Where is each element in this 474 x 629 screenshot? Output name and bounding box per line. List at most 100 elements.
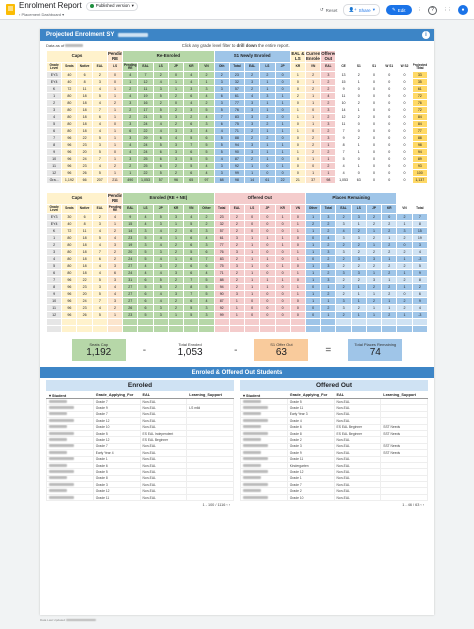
list-column-header[interactable]: Learning_Support	[380, 391, 428, 399]
column-header[interactable]: Projected Total	[411, 62, 429, 72]
column-header[interactable]: JP	[152, 204, 169, 214]
column-header[interactable]: KR	[289, 62, 306, 72]
table-row[interactable]: 2 80 18 4 3 19 3 4 2 6 3 77 2 1 0 1 0 1 2 2 2 1 2 0 3	[45, 241, 429, 249]
table-row[interactable]: 9 96 20 5 4 27 6 4 3 7 5 90 3 1 0 0 1 1 2 2 1 1 2 0 6	[45, 290, 429, 298]
offered-pager[interactable]: 1 - 46 / 63 ‹ ›	[240, 501, 428, 509]
column-header[interactable]: Seats	[61, 62, 78, 72]
next-page-icon[interactable]: ›	[423, 503, 424, 507]
table-row[interactable]: 3 80 18 7 2 20 5 3 2 5 6 76 3 1 0 0 1 1 3 3 2 2 2 2 4	[45, 248, 429, 256]
column-header[interactable]: VN	[183, 204, 200, 214]
column-header[interactable]: Total	[411, 204, 429, 214]
table-row[interactable]	[45, 325, 429, 333]
column-header[interactable]: S1	[350, 62, 367, 72]
table-row[interactable]: 1 80 18 5 1 4 19 5 2 6 4 6 61 4 3 1 2 1 4 11 0 0 0 0 72	[45, 92, 429, 100]
table-row[interactable]: Gra... 1,192 66 207 211 490 1,053 57 96 65 97 68 98 1…	[45, 176, 429, 184]
column-header[interactable]: LS	[106, 62, 124, 72]
table-row[interactable]: 12 96 26 5 1 1 22 5 2 6 4 3 99 1 0 0 0 1 1 4 0 0 0 0 100	[45, 169, 429, 177]
help-icon[interactable]: ?	[428, 5, 437, 15]
avatar[interactable]: ●	[458, 5, 468, 15]
more-options-icon[interactable]: ⋮	[418, 7, 423, 13]
table-row[interactable]: 4 80 18 6 2 24 5 4 1 6 7 83 2 1 1 0 1 0 2 2 3 3 1 1 -3	[45, 255, 429, 263]
column-header[interactable]: KR	[381, 204, 398, 214]
share-button[interactable]: 👤+ Share ▾	[343, 4, 380, 16]
column-header[interactable]: KR	[183, 62, 200, 72]
list-item[interactable]: Grade 11 Non-EAL	[46, 493, 234, 502]
table-row[interactable]: 11 96 23 4 2 2 25 6 2 5 4 3 92 1 0 1 0 0 2 4 1 0 0 0 93	[45, 162, 429, 170]
column-header[interactable]: S1	[365, 62, 383, 72]
column-header[interactable]: EAL	[91, 62, 108, 72]
edit-button[interactable]: ✎ Edit	[385, 5, 412, 15]
prev-page-icon[interactable]: ‹	[226, 503, 227, 507]
table-row[interactable]: 8 96 23 3 1 4 24 5 3 7 5 5 94 3 1 1 0 2 1 8 1 0 0 0 98	[45, 141, 429, 149]
column-header[interactable]: KR	[274, 204, 291, 214]
table-row[interactable]	[45, 318, 429, 326]
list-column-header[interactable]: ▾ Student	[240, 391, 288, 399]
list-column-header[interactable]: Learning_Support	[186, 391, 234, 399]
column-header[interactable]: EAL	[244, 62, 261, 72]
table-row[interactable]: EY4 40 8 3 0 1 12 4 1 4 1 3 32 3 1 0 0 1 2 15 1 0 0 0 35	[45, 78, 429, 86]
places-remaining-table[interactable]: CapsPending REEnroled (RE + NE)Offered O…	[45, 192, 429, 333]
column-header[interactable]: KR	[167, 204, 185, 214]
column-header[interactable]: LS	[152, 62, 169, 72]
list-column-header[interactable]: Grade_Applying_For	[92, 391, 141, 399]
list-column-header[interactable]: Grade_Applying_For	[286, 391, 335, 399]
table-row[interactable]: 7 96 22 5 1 3 29 6 4 5 6 5 88 2 2 0 0 2 3 9 2 0 0 0 88	[45, 134, 429, 142]
offered-out-students-table[interactable]: ▾ Student Grade_Applying_For EAL Learning_S…	[240, 391, 428, 502]
column-header[interactable]: LS	[259, 62, 276, 72]
column-header[interactable]: VN	[304, 62, 322, 72]
table-row[interactable]: 8 96 23 3 4 27 5 5 2 8 5 94 2 1 1 0 1 0 1 2 1 2 2 1 2	[45, 283, 429, 291]
column-header[interactable]: Total	[228, 62, 246, 72]
table-row[interactable]: 11 96 23 4 2 26 6 3 2 5 3 92 1 0 0 0 0 0 2 3 2 1 1 2 4	[45, 304, 429, 312]
column-header[interactable]: JP	[167, 62, 185, 72]
apps-grid-icon[interactable]: ⋮⋮	[443, 7, 452, 13]
table-row[interactable]: 2 80 18 4 2 3 16 2 0 4 2 3 77 3 1 1 0 1 2 10 2 0 0 0 76	[45, 99, 429, 107]
column-header[interactable]: W S2	[396, 62, 413, 72]
column-header[interactable]: Native	[76, 204, 93, 214]
table-row[interactable]: 10 96 24 7 1 3 25 6 3 5 5 4 87 2 1 0 0 1 1 5 0 0 0 0 89	[45, 155, 429, 163]
table-row[interactable]: 6 80 18 4 1 6 22 4 3 3 4 4 71 2 1 1 1 0 2 7 0 0 0 0 77	[45, 127, 429, 135]
table-row[interactable]: 5 80 18 4 0 3 24 4 2 6 3 6 75 3 2 1 0 1 3 11 0 0 0 0 84	[45, 120, 429, 128]
column-header[interactable]: VN	[289, 204, 306, 214]
table-row[interactable]: 5 80 18 4 3 27 4 3 2 6 6 75 3 1 0 1 0 1 3 2 2 2 2 2 5	[45, 262, 429, 270]
column-header[interactable]: EAL	[320, 62, 337, 72]
projected-enrolment-table[interactable]: CapsPending RERe-EnroledS1 Newly Enroled…	[45, 50, 429, 184]
table-row[interactable]: 4 80 18 6 1 2 21 5 3 2 4 7 83 3 2 0 1 1 2 12 2 0 0 0 84	[45, 113, 429, 121]
column-header[interactable]: Total	[320, 204, 337, 214]
column-header[interactable]: EAL	[335, 204, 352, 214]
table-row[interactable]: 9 96 20 5 0 4 24 6 3 6 5 5 90 3 1 1 1 2 2 7 1 0 0 0 94	[45, 148, 429, 156]
column-header[interactable]: JP	[365, 204, 383, 214]
table-row[interactable]: K 72 11 4 2 14 3 4 2 6 3 57 2 0 0 0 1 1 2 4 2 1 2 3 15	[45, 227, 429, 235]
column-header[interactable]: Total	[213, 204, 230, 214]
enroled-pager[interactable]: 1 - 100 / 1116 ‹ ›	[46, 501, 234, 509]
published-version-dropdown[interactable]: Published version ▾	[85, 2, 138, 11]
column-header[interactable]: EAL	[91, 204, 108, 214]
column-header[interactable]: Other	[304, 204, 322, 214]
column-header[interactable]: EAL	[122, 204, 139, 214]
table-row[interactable]: K 72 11 4 1 2 11 3 1 3 3 3 57 2 1 0 0 2 2 9 0 0 0 0 61	[45, 85, 429, 93]
column-header[interactable]: W S1	[381, 62, 398, 72]
table-row[interactable]: EY4 40 8 3 1 15 4 3 1 5 2 32 2 0 0 0 1 2 2 3 1 2 2 1 8	[45, 220, 429, 228]
reset-button[interactable]: ↺ Reset	[320, 7, 338, 13]
column-header[interactable]: LS	[137, 204, 154, 214]
column-header[interactable]: LS	[350, 204, 367, 214]
prev-page-icon[interactable]: ‹	[420, 503, 421, 507]
column-header[interactable]: Other	[198, 204, 215, 214]
report-title[interactable]: Enrolment Report	[19, 2, 82, 10]
column-header[interactable]: VN	[198, 62, 215, 72]
table-row[interactable]: EY3 30 6 2 4 9 4 5 3 4 2 23 2 0 0 1 0 1 3 2 3 2 0 2 7	[45, 213, 429, 221]
column-header[interactable]: EAL	[137, 62, 154, 72]
list-column-header[interactable]: ▾ Student	[46, 391, 94, 399]
column-header[interactable]: VN	[396, 204, 413, 214]
column-header[interactable]: LS	[244, 204, 261, 214]
table-row[interactable]: 12 96 26 5 1 23 5 3 1 5 3 99 1 0 0 0 0 0 1 2 1 1 2 1 -3	[45, 311, 429, 319]
enroled-students-table[interactable]: ▾ Student Grade_Applying_For EAL Learning_S…	[46, 391, 234, 502]
column-header[interactable]: Oth	[213, 62, 230, 72]
breadcrumb[interactable]: ‹ Placement Dashboard ▾	[19, 12, 138, 17]
column-header[interactable]: CE	[335, 62, 352, 72]
column-header[interactable]: Pending RE	[106, 204, 124, 214]
column-header[interactable]: Grade Level	[45, 204, 63, 214]
table-row[interactable]: 3 80 18 7 1 2 17 5 2 3 5 5 76 3 1 0 1 0 3 14 1 0 0 0 72	[45, 106, 429, 114]
info-icon[interactable]: i	[422, 31, 430, 39]
table-row[interactable]: EY3 40 6 2 0 4 7 2 0 4 2 2 23 2 2 0 1 2 3 13 2 0 0 0 33	[45, 71, 429, 79]
column-header[interactable]: Seats	[61, 204, 78, 214]
